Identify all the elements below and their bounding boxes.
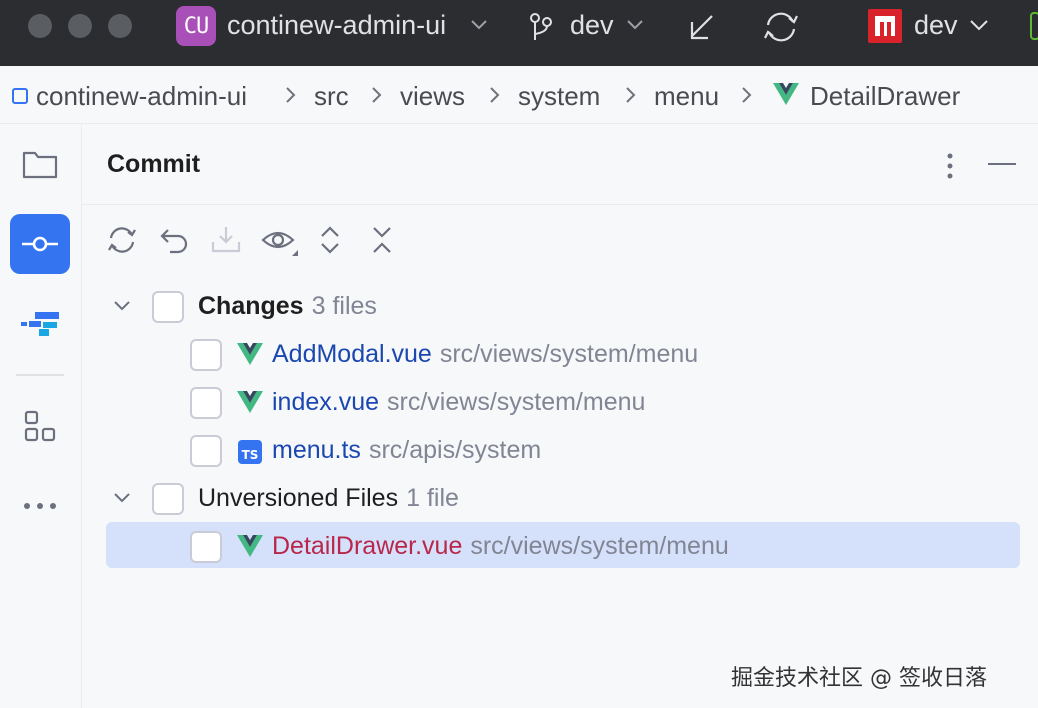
commit-tool-button[interactable] bbox=[10, 214, 70, 274]
typescript-file-icon: TS bbox=[238, 440, 262, 464]
run-icon[interactable] bbox=[1030, 12, 1038, 40]
breadcrumb-item-project[interactable]: continew-admin-ui bbox=[36, 81, 247, 112]
plugins-tool-button[interactable] bbox=[10, 396, 70, 456]
file-row-selected[interactable]: DetailDrawer.vue src/views/system/menu bbox=[106, 522, 1020, 568]
breadcrumb-separator-icon bbox=[490, 87, 500, 103]
commit-icon bbox=[22, 236, 58, 252]
file-checkbox[interactable] bbox=[190, 339, 222, 371]
group-label: Changes 3 files bbox=[198, 292, 377, 320]
refresh-icon[interactable] bbox=[106, 224, 138, 256]
commit-panel: Commit Changes 3 files AddModal.vue src/… bbox=[82, 124, 1038, 708]
plugins-icon bbox=[24, 410, 56, 442]
chevron-down-icon[interactable] bbox=[470, 18, 488, 32]
file-checkbox[interactable] bbox=[190, 387, 222, 419]
group-count: 3 files bbox=[311, 292, 377, 320]
changelist-unversioned[interactable]: Unversioned Files 1 file bbox=[82, 476, 1038, 522]
vue-file-icon bbox=[237, 343, 263, 365]
file-checkbox[interactable] bbox=[190, 435, 222, 467]
title-bar: CU continew-admin-ui dev dev bbox=[0, 0, 1038, 66]
file-label: AddModal.vue src/views/system/menu bbox=[272, 340, 699, 368]
expand-all-icon[interactable] bbox=[318, 224, 342, 256]
structure-icon bbox=[21, 312, 59, 336]
project-tool-button[interactable] bbox=[10, 134, 70, 194]
branch-name[interactable]: dev bbox=[570, 10, 614, 41]
project-name[interactable]: continew-admin-ui bbox=[227, 10, 446, 41]
folder-icon bbox=[22, 151, 58, 179]
panel-header-separator bbox=[82, 204, 1038, 205]
changes-checkbox[interactable] bbox=[152, 291, 184, 323]
file-label: DetailDrawer.vue src/views/system/menu bbox=[272, 532, 729, 560]
close-window-button[interactable] bbox=[28, 14, 52, 38]
breadcrumb-separator-icon bbox=[372, 87, 382, 103]
breadcrumb-item-views[interactable]: views bbox=[400, 81, 465, 112]
changelist-changes[interactable]: Changes 3 files bbox=[82, 284, 1038, 330]
tool-window-stripe bbox=[0, 124, 82, 708]
breadcrumb-item-system[interactable]: system bbox=[518, 81, 600, 112]
chevron-down-icon[interactable] bbox=[112, 491, 132, 505]
watermark: 掘金技术社区 @ 签收日落 bbox=[731, 666, 987, 691]
breadcrumb-item-src[interactable]: src bbox=[314, 81, 349, 112]
breadcrumb: continew-admin-ui src views system menu … bbox=[0, 66, 1038, 124]
vue-file-icon bbox=[237, 391, 263, 413]
structure-tool-button[interactable] bbox=[10, 294, 70, 354]
breadcrumb-separator-icon bbox=[286, 87, 296, 103]
module-icon bbox=[12, 88, 28, 104]
chevron-down-icon[interactable] bbox=[626, 18, 644, 32]
rollback-icon[interactable] bbox=[158, 224, 190, 256]
file-label: index.vue src/views/system/menu bbox=[272, 388, 646, 416]
breadcrumb-item-file[interactable]: DetailDrawer bbox=[810, 81, 960, 112]
git-branch-icon[interactable] bbox=[528, 12, 554, 42]
more-icon bbox=[24, 503, 56, 509]
chevron-down-icon[interactable] bbox=[968, 18, 990, 32]
file-row[interactable]: TS menu.ts src/apis/system bbox=[82, 428, 1038, 474]
run-config-icon[interactable] bbox=[868, 9, 902, 43]
file-checkbox[interactable] bbox=[190, 531, 222, 563]
update-icon[interactable] bbox=[210, 224, 242, 256]
file-row[interactable]: AddModal.vue src/views/system/menu bbox=[82, 332, 1038, 378]
breadcrumb-item-menu[interactable]: menu bbox=[654, 81, 719, 112]
more-tools-button[interactable] bbox=[10, 476, 70, 536]
chevron-down-icon[interactable] bbox=[112, 299, 132, 313]
options-icon[interactable] bbox=[946, 152, 954, 180]
sync-icon[interactable] bbox=[760, 10, 802, 44]
minimize-window-button[interactable] bbox=[68, 14, 92, 38]
group-count: 1 file bbox=[406, 484, 459, 512]
vue-file-icon bbox=[237, 535, 263, 557]
group-label: Unversioned Files 1 file bbox=[198, 484, 459, 512]
collapse-all-icon[interactable] bbox=[370, 224, 394, 256]
breadcrumb-separator-icon bbox=[626, 87, 636, 103]
maximize-window-button[interactable] bbox=[108, 14, 132, 38]
breadcrumb-separator-icon bbox=[742, 87, 752, 103]
vue-file-icon bbox=[773, 83, 799, 105]
preview-icon[interactable] bbox=[260, 224, 300, 258]
file-row[interactable]: index.vue src/views/system/menu bbox=[82, 380, 1038, 426]
file-label: menu.ts src/apis/system bbox=[272, 436, 542, 464]
project-badge[interactable]: CU bbox=[176, 6, 216, 46]
stripe-divider bbox=[16, 374, 64, 376]
panel-title: Commit bbox=[107, 150, 201, 178]
run-config-name[interactable]: dev bbox=[914, 10, 958, 41]
update-project-icon[interactable] bbox=[688, 12, 716, 42]
unversioned-checkbox[interactable] bbox=[152, 483, 184, 515]
hide-panel-icon[interactable] bbox=[988, 162, 1016, 166]
